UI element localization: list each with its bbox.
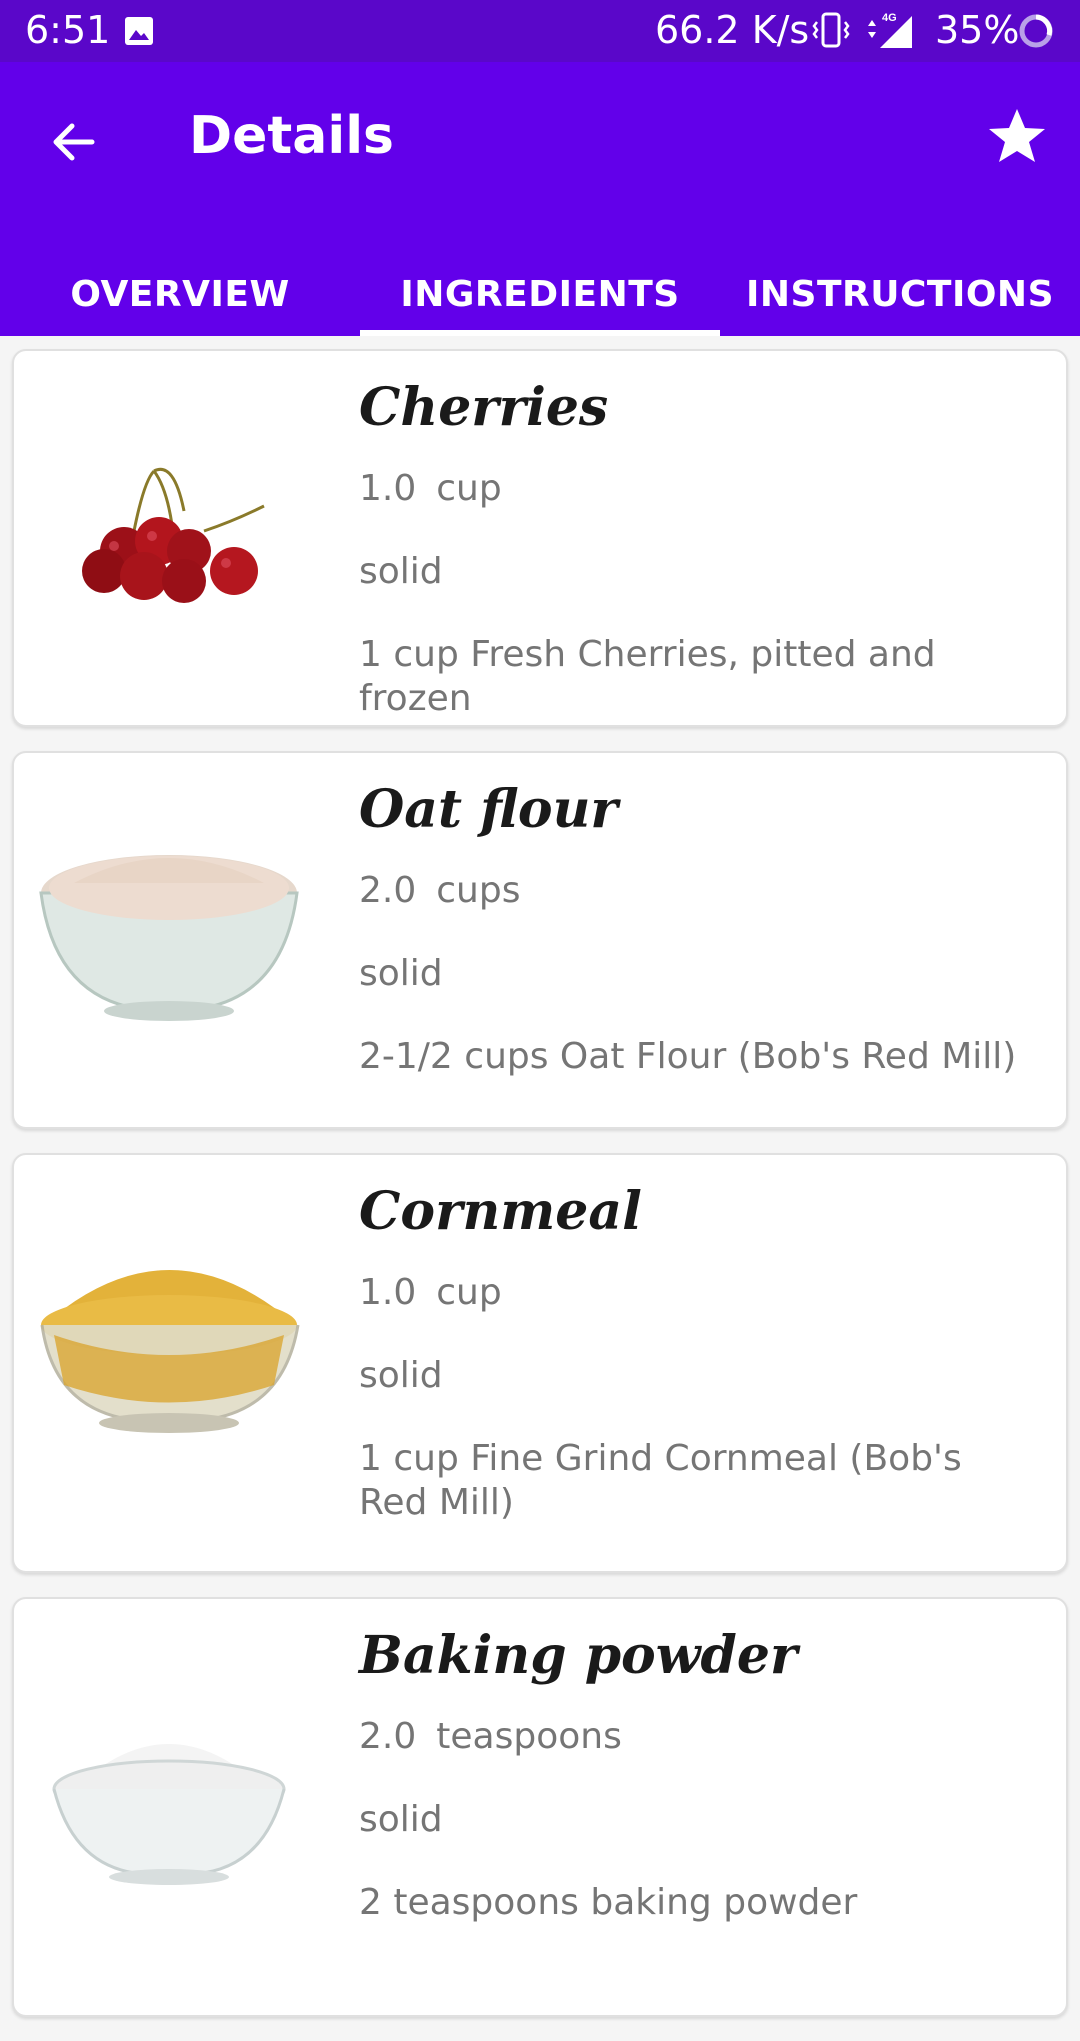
tab-bar: OVERVIEW INGREDIENTS INSTRUCTIONS <box>0 250 1080 336</box>
baking-powder-image <box>52 1744 286 1885</box>
cherries-image <box>82 468 265 603</box>
signal-icon: 4G <box>868 12 912 48</box>
tab-ingredients[interactable]: INGREDIENTS <box>360 250 720 336</box>
ingredient-original: 2 teaspoons baking powder <box>359 1882 858 1923</box>
ingredient-original: 1 cup Fresh Cherries, pitted and frozen <box>359 634 936 719</box>
ingredient-name: Oat flour <box>359 779 618 840</box>
amount-unit: teaspoons <box>436 1716 622 1757</box>
ingredient-card[interactable]: Oat flour 2.0 cups solid 2-1/2 cups Oat F… <box>12 751 1068 1129</box>
tab-instructions[interactable]: INSTRUCTIONS <box>720 250 1080 336</box>
battery-percent: 35% <box>935 8 1020 52</box>
ingredient-name: Baking powder <box>359 1625 798 1686</box>
network-type: 4G <box>882 12 897 24</box>
ingredient-text: Cherries 1.0 cup solid 1 cup Fresh Cherri… <box>359 373 1026 721</box>
amount-value: 1.0 <box>359 468 417 509</box>
ingredient-state: solid <box>359 1355 443 1396</box>
photo-icon <box>125 17 153 45</box>
vibrate-icon <box>812 12 850 48</box>
ingredient-card[interactable]: Baking powder 2.0 teaspoons solid 2 teasp… <box>12 1597 1068 2017</box>
ingredient-amount: 2.0 teaspoons <box>359 1715 1026 1759</box>
amount-value: 2.0 <box>359 870 417 911</box>
amount-unit: cups <box>436 870 521 911</box>
ingredient-list: Cherries 1.0 cup solid 1 cup Fresh Cherri… <box>12 349 1068 2041</box>
amount-unit: cup <box>436 1272 502 1313</box>
page-title: Details <box>189 106 394 166</box>
ingredient-text: Oat flour 2.0 cups solid 2-1/2 cups Oat F… <box>359 775 1026 1079</box>
ingredient-text: Cornmeal 1.0 cup solid 1 cup Fine Grind C… <box>359 1177 1026 1525</box>
app-bar: Details OVERVIEW INGREDIENTS INSTRUCTION… <box>0 62 1080 336</box>
ingredient-amount: 1.0 cup <box>359 467 1026 511</box>
status-bar: 6:51 66.2 K/s 4G 35% <box>0 0 1080 62</box>
ingredient-card[interactable]: Cornmeal 1.0 cup solid 1 cup Fine Grind C… <box>12 1153 1068 1573</box>
amount-unit: cup <box>436 468 502 509</box>
favorite-star-button[interactable] <box>985 104 1049 168</box>
network-speed: 66.2 K/s <box>655 8 810 52</box>
ingredient-text: Baking powder 2.0 teaspoons solid 2 teasp… <box>359 1621 1026 1925</box>
ingredient-state: solid <box>359 1799 443 1840</box>
ingredient-amount: 2.0 cups <box>359 869 1026 913</box>
battery-icon <box>1019 14 1053 48</box>
ingredient-name: Cherries <box>359 377 609 438</box>
oat-flour-image <box>39 855 299 1021</box>
ingredient-state: solid <box>359 551 443 592</box>
ingredient-amount: 1.0 cup <box>359 1271 1026 1315</box>
amount-value: 1.0 <box>359 1272 417 1313</box>
ingredient-card[interactable]: Cherries 1.0 cup solid 1 cup Fresh Cherri… <box>12 349 1068 727</box>
amount-value: 2.0 <box>359 1716 417 1757</box>
back-button[interactable] <box>44 112 104 172</box>
cornmeal-image <box>40 1270 300 1433</box>
ingredient-name: Cornmeal <box>359 1181 642 1242</box>
ingredient-original: 1 cup Fine Grind Cornmeal (Bob's Red Mil… <box>359 1438 962 1523</box>
status-time: 6:51 <box>25 8 111 52</box>
tab-overview[interactable]: OVERVIEW <box>0 250 360 336</box>
ingredient-original: 2-1/2 cups Oat Flour (Bob's Red Mill) <box>359 1036 1017 1077</box>
ingredient-state: solid <box>359 953 443 994</box>
